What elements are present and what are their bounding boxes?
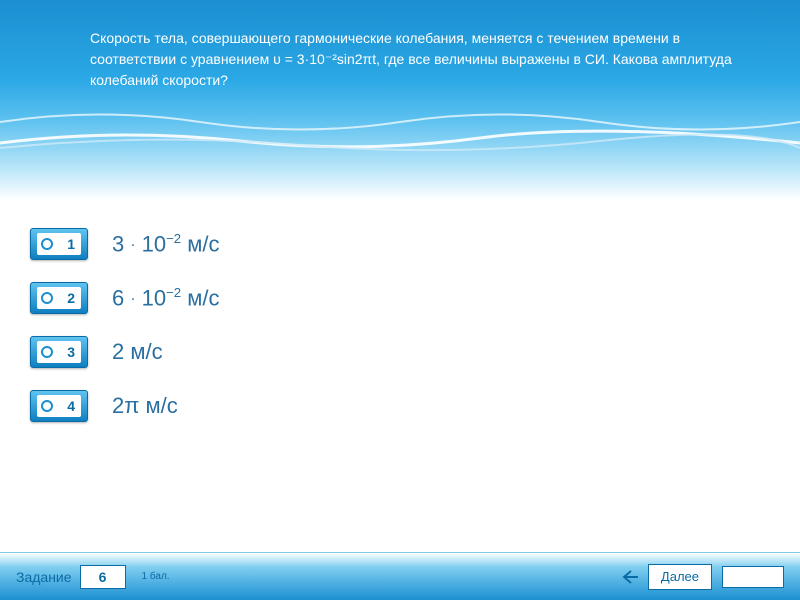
option-row: 1 3 · 10−2 м/с	[30, 228, 770, 260]
option-number: 1	[67, 236, 75, 252]
option-number: 4	[67, 398, 75, 414]
next-button[interactable]: Далее	[648, 564, 712, 590]
footer-bar: Задание 6 1 бал. Далее	[0, 552, 800, 600]
option-button-4[interactable]: 4	[30, 390, 88, 422]
score-box	[722, 566, 784, 588]
options-container: 1 3 · 10−2 м/с 2 6 · 10−2 м/с 3 2 м/с 4	[30, 228, 770, 444]
radio-icon	[41, 238, 53, 250]
option-number: 3	[67, 344, 75, 360]
task-number-box: 6	[80, 565, 126, 589]
option-text: 6 · 10−2 м/с	[112, 285, 220, 311]
radio-icon	[41, 400, 53, 412]
option-row: 2 6 · 10−2 м/с	[30, 282, 770, 314]
task-label: Задание	[16, 569, 72, 585]
radio-icon	[41, 346, 53, 358]
option-button-1[interactable]: 1	[30, 228, 88, 260]
points-label: 1 бал.	[142, 571, 170, 582]
decorative-wave	[0, 123, 800, 158]
back-arrow-icon[interactable]	[620, 566, 642, 588]
option-number: 2	[67, 290, 75, 306]
radio-icon	[41, 292, 53, 304]
question-header: Скорость тела, совершающего гармонически…	[0, 0, 800, 200]
option-text: 2 м/с	[112, 339, 163, 365]
option-text: 3 · 10−2 м/с	[112, 231, 220, 257]
option-text: 2π м/с	[112, 393, 178, 419]
question-text: Скорость тела, совершающего гармонически…	[90, 28, 770, 91]
option-button-2[interactable]: 2	[30, 282, 88, 314]
option-button-3[interactable]: 3	[30, 336, 88, 368]
option-row: 4 2π м/с	[30, 390, 770, 422]
option-row: 3 2 м/с	[30, 336, 770, 368]
